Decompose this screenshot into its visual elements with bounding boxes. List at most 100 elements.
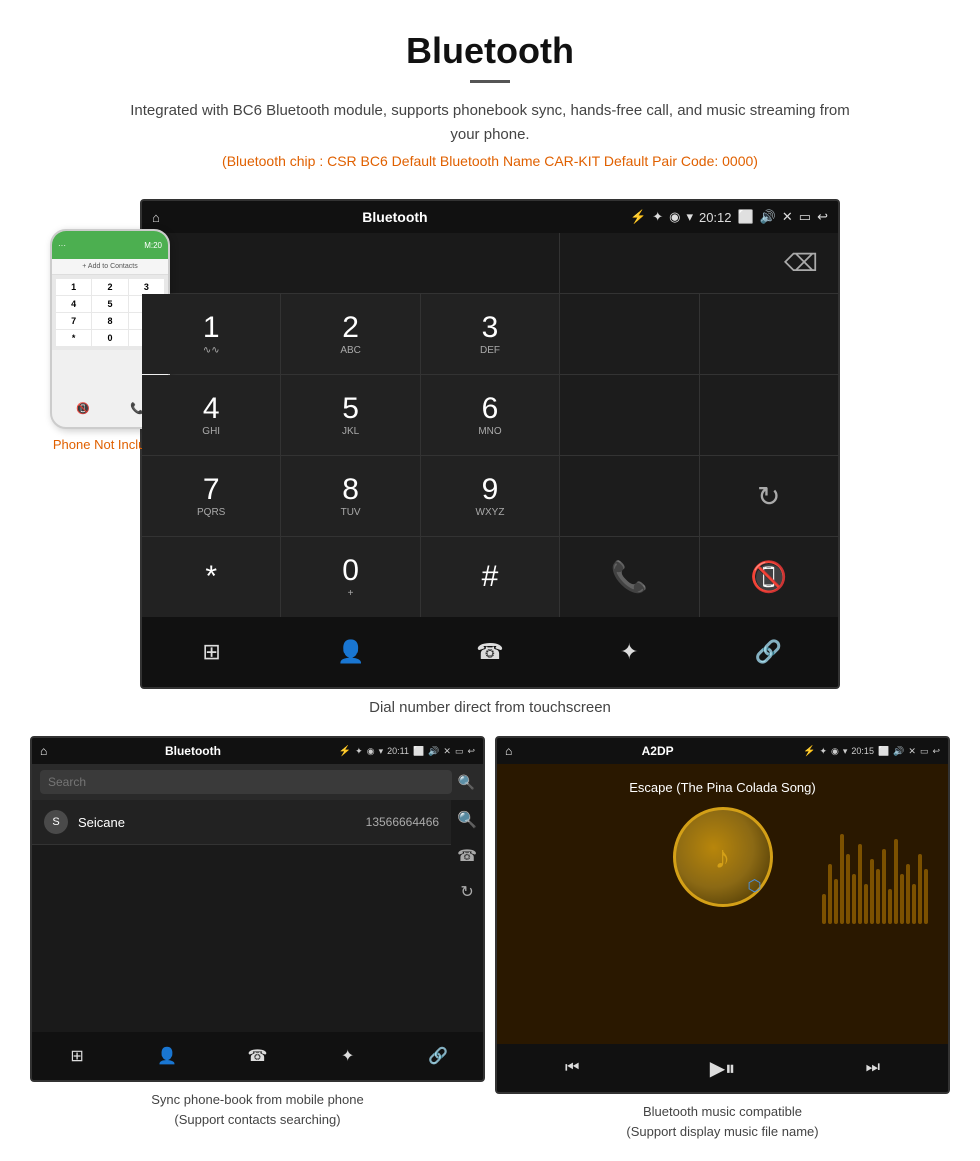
pb-contact-seicane[interactable]: S Seicane 13566664466 (32, 800, 451, 845)
next-track-icon: ⏭ (866, 1059, 880, 1077)
pb-loc-icon: ◉ (367, 746, 375, 757)
eq-bar (840, 834, 844, 924)
bt-btn[interactable]: ✦ (560, 617, 699, 687)
pb-empty-area (32, 912, 483, 1032)
pb-search-input[interactable] (40, 770, 452, 794)
hangup-button[interactable]: 📵 (700, 537, 838, 617)
bluetooth-status-icon: ✦ (652, 209, 663, 225)
empty-cell-5 (560, 456, 698, 536)
eq-bar (918, 854, 922, 924)
phone-icon: ☎ (476, 639, 503, 665)
volume-icon[interactable]: 🔊 (760, 209, 776, 225)
home-icon[interactable]: ⌂ (152, 210, 160, 225)
phonebook-caption-line2: (Support contacts searching) (174, 1112, 340, 1127)
eq-bar (888, 889, 892, 924)
link-icon: 🔗 (755, 639, 782, 665)
status-bar-left: ⌂ (152, 210, 160, 225)
phone-btn[interactable]: ☎ (420, 617, 559, 687)
pb-dialpad-btn[interactable]: ⊞ (32, 1032, 122, 1080)
signal-icon: ▾ (686, 209, 693, 225)
contact-name: Seicane (78, 815, 366, 830)
empty-cell-4 (700, 375, 838, 455)
dial-status-bar: ⌂ Bluetooth ⚡ ✦ ◉ ▾ 20:12 ⬜ 🔊 ✕ ▭ ↩ (142, 201, 838, 233)
pb-content-row: S Seicane 13566664466 🔍 ☎ ↻ (32, 800, 483, 912)
backspace-cell[interactable]: ⌫ (560, 233, 838, 293)
eq-bar (828, 864, 832, 924)
link-btn[interactable]: 🔗 (699, 617, 838, 687)
screen-icon[interactable]: ▭ (799, 209, 811, 225)
close-x-icon[interactable]: ✕ (782, 209, 793, 225)
eq-bar (900, 874, 904, 924)
phone-key-5: 5 (92, 296, 127, 312)
music-note-icon: ♪ (715, 839, 731, 876)
music-home-icon[interactable]: ⌂ (505, 744, 512, 758)
pb-back-icon: ↩ (467, 746, 475, 757)
pb-refresh-side-icon[interactable]: ↻ (460, 882, 473, 902)
music-caption-line1: Bluetooth music compatible (643, 1104, 802, 1119)
key-8[interactable]: 8 TUV (281, 456, 419, 536)
bt-icon: ✦ (620, 639, 638, 665)
key-3[interactable]: 3 DEF (421, 294, 559, 374)
music-caption: Bluetooth music compatible (Support disp… (626, 1102, 818, 1141)
eq-bar (882, 849, 886, 924)
music-title: A2DP (512, 744, 803, 758)
empty-cell-2 (700, 294, 838, 374)
location-icon: ◉ (669, 209, 680, 225)
pb-bt-bottom-btn[interactable]: ✦ (303, 1032, 393, 1080)
back-icon[interactable]: ↩ (817, 209, 828, 225)
key-star[interactable]: * (142, 537, 280, 617)
play-pause-btn[interactable]: ▶⏸ (647, 1056, 797, 1081)
key-4[interactable]: 4 GHI (142, 375, 280, 455)
status-bar-right: ⚡ ✦ ◉ ▾ 20:12 ⬜ 🔊 ✕ ▭ ↩ (630, 209, 828, 225)
refresh-cell[interactable]: ↻ (700, 456, 838, 536)
key-hash[interactable]: # (421, 537, 559, 617)
phone-key-4: 4 (56, 296, 91, 312)
key-1[interactable]: 1 ∿∿ (142, 294, 280, 374)
key-0[interactable]: 0 + (281, 537, 419, 617)
call-button[interactable]: 📞 (560, 537, 698, 617)
song-title: Escape (The Pina Colada Song) (629, 780, 815, 795)
pb-sig-icon: ▾ (379, 746, 384, 757)
music-sig-icon: ▾ (843, 746, 848, 757)
prev-track-icon: ⏮ (565, 1059, 579, 1077)
pb-phone-icon: ☎ (248, 1046, 268, 1066)
pb-contacts-list: S Seicane 13566664466 (32, 800, 451, 912)
phone-top-bar: ···M:20 (52, 231, 168, 259)
pb-dialpad-icon: ⊞ (70, 1046, 83, 1066)
pb-contacts-btn[interactable]: 👤 (122, 1032, 212, 1080)
main-screen-section: ···M:20 + Add to Contacts 1 2 3 4 5 6 7 … (0, 199, 980, 689)
pb-call-side-icon[interactable]: ☎ (457, 846, 477, 866)
music-cam-icon: ⬜ (878, 746, 889, 757)
lower-screens-section: ⌂ Bluetooth ⚡ ✦ ◉ ▾ 20:11 ⬜ 🔊 ✕ ▭ ↩ 🔍 (0, 736, 980, 1141)
contacts-btn[interactable]: 👤 (281, 617, 420, 687)
eq-bar (924, 869, 928, 924)
empty-cell-3 (560, 375, 698, 455)
refresh-icon: ↻ (757, 480, 780, 513)
phone-key-7: 7 (56, 313, 91, 329)
music-usb-icon: ⚡ (803, 746, 815, 757)
dialpad-btn[interactable]: ⊞ (142, 617, 281, 687)
key-9[interactable]: 9 WXYZ (421, 456, 559, 536)
dial-bottom-toolbar: ⊞ 👤 ☎ ✦ 🔗 (142, 617, 838, 687)
call-icon: 📞 (611, 560, 648, 595)
music-loc-icon: ◉ (831, 746, 839, 757)
pb-search-side-icon[interactable]: 🔍 (457, 810, 477, 830)
music-screen: ⌂ A2DP ⚡ ✦ ◉ ▾ 20:15 ⬜ 🔊 ✕ ▭ ↩ Escape (T… (495, 736, 950, 1094)
dialpad-grid: ⌫ 1 ∿∿ 2 ABC 3 DEF 4 GHI 5 (142, 233, 838, 617)
prev-track-btn[interactable]: ⏮ (497, 1059, 647, 1077)
eq-bar (858, 844, 862, 924)
pb-status-bar: ⌂ Bluetooth ⚡ ✦ ◉ ▾ 20:11 ⬜ 🔊 ✕ ▭ ↩ (32, 738, 483, 764)
pb-contacts-icon: 👤 (157, 1046, 177, 1066)
key-5[interactable]: 5 JKL (281, 375, 419, 455)
key-2[interactable]: 2 ABC (281, 294, 419, 374)
next-track-btn[interactable]: ⏭ (798, 1059, 948, 1077)
pb-link-icon: 🔗 (428, 1046, 448, 1066)
key-6[interactable]: 6 MNO (421, 375, 559, 455)
eq-bar (852, 874, 856, 924)
equalizer-visual (822, 804, 928, 924)
pb-phone-btn[interactable]: ☎ (212, 1032, 302, 1080)
pb-link-btn[interactable]: 🔗 (393, 1032, 483, 1080)
pb-home-icon[interactable]: ⌂ (40, 744, 47, 758)
phonebook-screen: ⌂ Bluetooth ⚡ ✦ ◉ ▾ 20:11 ⬜ 🔊 ✕ ▭ ↩ 🔍 (30, 736, 485, 1082)
key-7[interactable]: 7 PQRS (142, 456, 280, 536)
